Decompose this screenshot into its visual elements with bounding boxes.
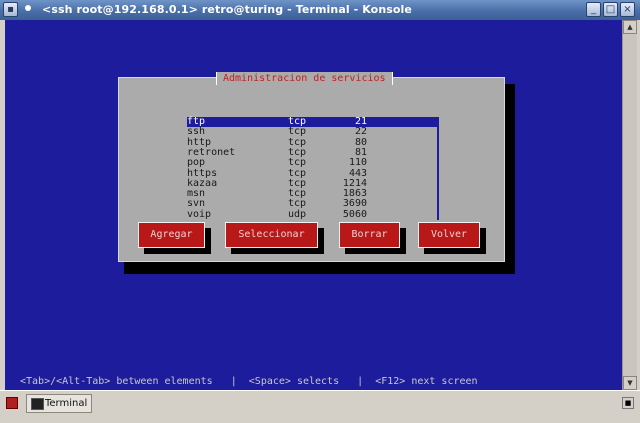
window-menu-icon[interactable]: ▪ — [3, 2, 18, 17]
service-name: https — [187, 167, 218, 179]
service-row[interactable]: svn tcp 3690 — [187, 199, 437, 209]
service-row[interactable]: retronet tcp 81 — [187, 147, 437, 158]
maximize-icon[interactable]: □ — [603, 2, 618, 17]
service-row[interactable]: https tcp 443 — [187, 167, 437, 179]
service-name: voip — [187, 208, 212, 220]
pin-icon[interactable] — [25, 5, 31, 11]
scroll-up-icon[interactable]: ▲ — [623, 20, 637, 34]
service-port: 22 — [354, 126, 367, 138]
terminal-icon — [31, 398, 44, 410]
service-port: 5060 — [342, 208, 367, 220]
service-row[interactable]: pop tcp 110 — [187, 158, 437, 168]
add-button[interactable]: Agregar — [138, 222, 205, 248]
service-protocol: udp — [288, 208, 307, 220]
service-row[interactable]: voip udp 5060 — [187, 208, 437, 220]
service-protocol: tcp — [288, 167, 307, 179]
select-button[interactable]: Seleccionar — [225, 222, 318, 248]
service-protocol: tcp — [288, 126, 307, 138]
tab-bar: Terminal ■ — [0, 390, 640, 423]
new-session-icon[interactable] — [6, 397, 18, 409]
scroll-down-icon[interactable]: ▼ — [623, 376, 637, 390]
service-row[interactable]: ssh tcp 22 — [187, 127, 437, 137]
service-name: pop — [187, 157, 206, 169]
service-name: ssh — [187, 126, 206, 138]
tab-terminal[interactable]: Terminal — [26, 394, 92, 413]
service-protocol: tcp — [288, 157, 307, 169]
service-row[interactable]: msn tcp 1863 — [187, 189, 437, 199]
window-titlebar[interactable]: ▪ <ssh root@192.168.0.1> retro@turing - … — [0, 0, 640, 20]
service-row[interactable]: ftp tcp 21 — [187, 117, 437, 127]
terminal-scrollbar[interactable]: ▲ ▼ — [622, 20, 637, 390]
service-name: svn — [187, 198, 206, 210]
list-scrollbar[interactable] — [437, 117, 439, 220]
delete-button[interactable]: Borrar — [339, 222, 400, 248]
service-port: 3690 — [342, 198, 367, 210]
back-button[interactable]: Volver — [418, 222, 480, 248]
dialog-title: Administracion de servicios — [216, 72, 393, 85]
close-icon[interactable]: × — [620, 2, 635, 17]
window-title: <ssh root@192.168.0.1> retro@turing - Te… — [42, 3, 412, 16]
service-row[interactable]: kazaa tcp 1214 — [187, 178, 437, 189]
close-session-icon[interactable]: ■ — [622, 397, 634, 409]
service-port: 443 — [348, 167, 367, 179]
minimize-icon[interactable]: _ — [586, 2, 601, 17]
service-protocol: tcp — [288, 198, 307, 210]
service-port: 110 — [348, 157, 367, 169]
keyboard-hint-bar: <Tab>/<Alt-Tab> between elements | <Spac… — [20, 376, 478, 387]
tab-label: Terminal — [45, 398, 88, 409]
